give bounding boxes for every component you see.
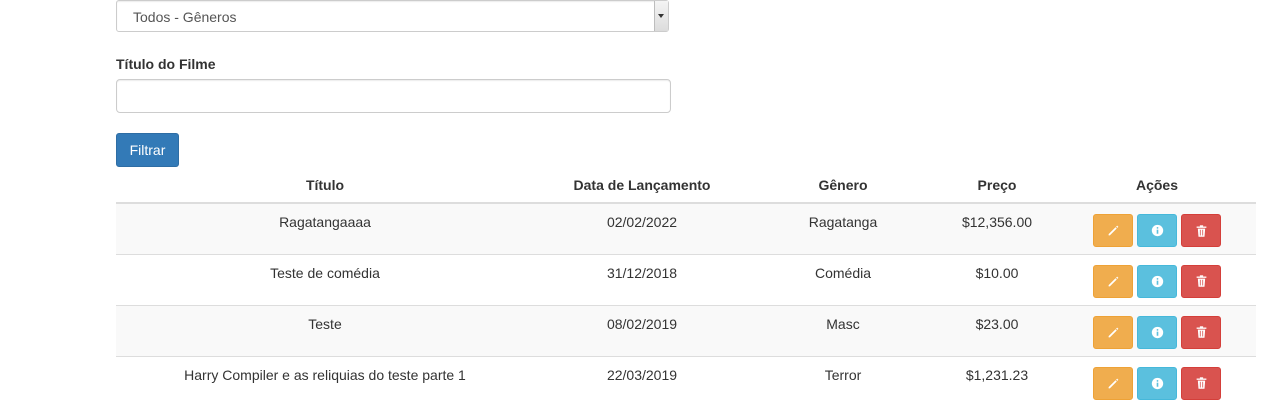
cell-genre: Comédia (750, 253, 936, 305)
table-row: Teste de comédia 31/12/2018 Comédia $10.00 (116, 253, 1256, 305)
header-actions: Ações (1058, 167, 1256, 204)
info-icon (1151, 377, 1164, 390)
cell-price: $10.00 (936, 253, 1058, 305)
delete-button[interactable] (1181, 214, 1221, 247)
info-button[interactable] (1137, 264, 1177, 298)
cell-actions (1058, 355, 1256, 407)
header-price: Preço (936, 167, 1058, 204)
info-button[interactable] (1137, 366, 1177, 400)
cell-title: Teste (116, 304, 534, 356)
cell-price: $1,231.23 (936, 355, 1058, 407)
pencil-icon (1107, 275, 1120, 288)
cell-genre: Ragatanga (750, 202, 936, 254)
cell-release-date: 02/02/2022 (534, 202, 750, 254)
cell-release-date: 08/02/2019 (534, 304, 750, 356)
cell-genre: Masc (750, 304, 936, 356)
table-header-row: Título Data de Lançamento Gênero Preço A… (116, 167, 1256, 204)
header-title: Título (116, 167, 534, 204)
info-icon (1151, 224, 1164, 237)
edit-button[interactable] (1093, 315, 1133, 349)
edit-button[interactable] (1093, 264, 1133, 298)
filter-button[interactable]: Filtrar (116, 133, 179, 167)
cell-release-date: 31/12/2018 (534, 253, 750, 305)
table-row: Harry Compiler e as reliquias do teste p… (116, 355, 1256, 407)
cell-actions (1058, 202, 1256, 254)
genre-select-value: Todos - Gêneros (133, 9, 237, 25)
delete-button[interactable] (1181, 315, 1221, 349)
trash-icon (1195, 325, 1208, 339)
info-button[interactable] (1137, 214, 1177, 247)
delete-button[interactable] (1181, 366, 1221, 400)
cell-release-date: 22/03/2019 (534, 355, 750, 407)
genre-select[interactable]: Todos - Gêneros (116, 0, 669, 32)
cell-actions (1058, 304, 1256, 356)
header-release-date: Data de Lançamento (534, 167, 750, 204)
trash-icon (1195, 224, 1208, 238)
info-icon (1151, 326, 1164, 339)
cell-price: $23.00 (936, 304, 1058, 356)
header-genre: Gênero (750, 167, 936, 204)
title-filter-input[interactable] (116, 79, 671, 113)
cell-price: $12,356.00 (936, 202, 1058, 254)
movies-table: Título Data de Lançamento Gênero Preço A… (116, 167, 1256, 407)
cell-title: Teste de comédia (116, 253, 534, 305)
delete-button[interactable] (1181, 264, 1221, 298)
cell-actions (1058, 253, 1256, 305)
pencil-icon (1107, 224, 1120, 237)
pencil-icon (1107, 377, 1120, 390)
edit-button[interactable] (1093, 366, 1133, 400)
pencil-icon (1107, 326, 1120, 339)
cell-title: Ragatangaaaa (116, 202, 534, 254)
table-row: Teste 08/02/2019 Masc $23.00 (116, 304, 1256, 356)
trash-icon (1195, 274, 1208, 288)
title-filter-label: Título do Filme (116, 56, 216, 72)
trash-icon (1195, 376, 1208, 390)
info-button[interactable] (1137, 315, 1177, 349)
edit-button[interactable] (1093, 214, 1133, 247)
table-row: Ragatangaaaa 02/02/2022 Ragatanga $12,356.0… (116, 202, 1256, 254)
cell-genre: Terror (750, 355, 936, 407)
chevron-down-icon[interactable] (654, 1, 668, 31)
info-icon (1151, 275, 1164, 288)
cell-title: Harry Compiler e as reliquias do teste p… (116, 355, 534, 407)
